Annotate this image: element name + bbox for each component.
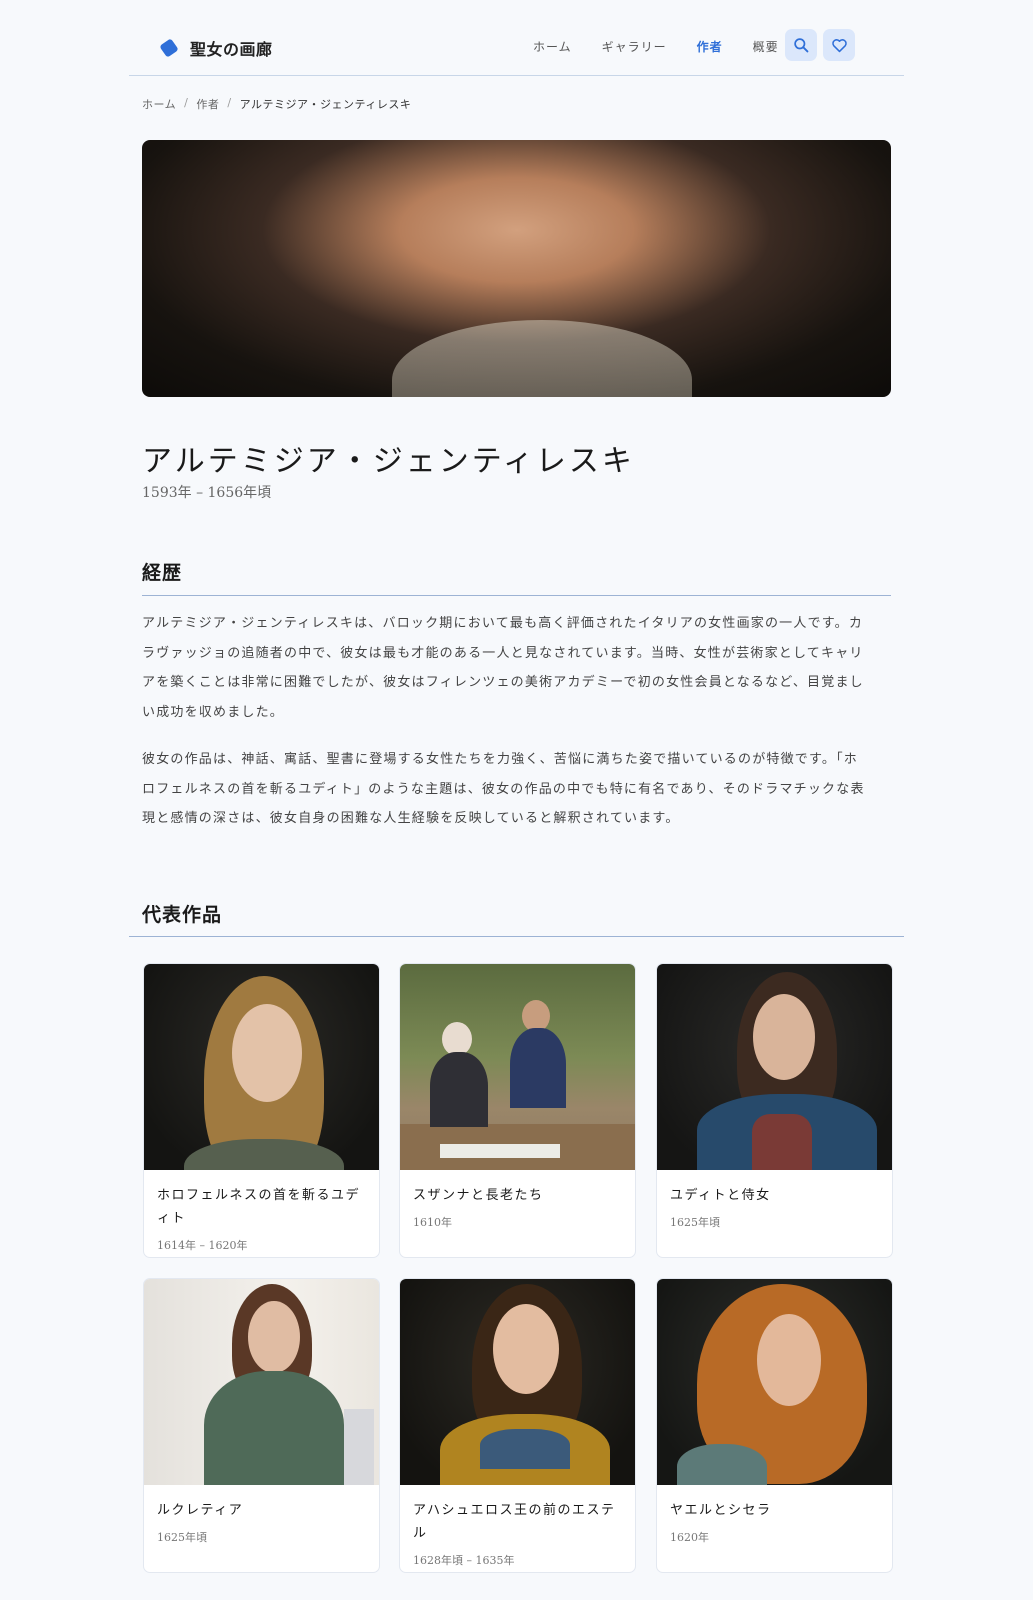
painting-face [757, 1314, 821, 1406]
artwork-thumbnail [400, 1279, 635, 1485]
artwork-thumbnail [657, 964, 892, 1170]
artwork-title-line: ユディトと侍女 [670, 1188, 771, 1203]
nav-artists[interactable]: 作者 [697, 38, 723, 55]
main-nav: ホーム ギャラリー 作者 概要 [533, 38, 809, 55]
painting-face [248, 1301, 300, 1373]
painting-face [442, 1022, 472, 1056]
brand[interactable]: 聖女の画廊 [159, 36, 273, 60]
site-title: 聖女の画廊 [190, 40, 273, 59]
painting-face [493, 1304, 559, 1394]
bio-paragraph-1: アルテミジア・ジェンティレスキは、バロック期において最も高く評価されたイタリアの… [142, 609, 890, 727]
artwork-title-line: ルクレティア [157, 1503, 244, 1518]
artwork-title-line: ィト [157, 1211, 187, 1226]
painting-easel [344, 1409, 374, 1485]
works-heading: 代表作品 [142, 904, 223, 926]
nav-home[interactable]: ホーム [533, 38, 572, 55]
painting-canvas [440, 1144, 560, 1158]
bio-text-line: アルテミジア・ジェンティレスキは、バロック期において最も高く評価されたイタリアの… [142, 616, 864, 631]
artwork-date: 1625年頃 [670, 1216, 720, 1229]
artwork-card[interactable]: アハシュエロス王の前のエステ ル 1628年頃 – 1635年 [399, 1278, 636, 1573]
heart-icon [831, 38, 847, 52]
artist-dates: 1593年 – 1656年頃 [142, 485, 272, 501]
artwork-title: ヤエルとシセラ [670, 1499, 880, 1522]
artwork-title: スザンナと長老たち [413, 1184, 623, 1207]
breadcrumb-separator: / [227, 96, 232, 109]
painting-body [677, 1444, 767, 1485]
artwork-date: 1620年 [670, 1531, 709, 1544]
search-button[interactable] [785, 29, 817, 61]
painting-dress [752, 1114, 812, 1170]
artwork-title: ホロフェルネスの首を斬るユデ ィト [157, 1184, 367, 1230]
artwork-thumbnail [400, 964, 635, 1170]
page: 聖女の画廊 ホーム ギャラリー 作者 概要 ホーム / 作者 / アルテミジア・… [0, 0, 1033, 1600]
artwork-thumbnail [657, 1279, 892, 1485]
bio-paragraph-2: 彼女の作品は、神話、寓話、聖書に登場する女性たちを力強く、苦悩に満ちた姿で描いて… [142, 745, 890, 834]
painting-face [753, 994, 815, 1080]
artwork-date: 1628年頃 – 1635年 [413, 1554, 515, 1567]
bio-divider [142, 595, 891, 596]
bio-text-line: ラヴァッジョの追随者の中で、彼女は最も才能のある一人と見なされています。当時、女… [142, 645, 864, 661]
bio-text-line: 現と感情の深さは、彼女自身の困難な人生経験を反映していると解釈されています。 [142, 811, 680, 826]
brand-logo-icon [159, 38, 179, 58]
artwork-card[interactable]: ユディトと侍女 1625年頃 [656, 963, 893, 1258]
breadcrumb-separator: / [184, 96, 189, 109]
search-icon [793, 37, 808, 52]
artwork-title-line: スザンナと長老たち [413, 1188, 544, 1203]
painting-body [204, 1371, 344, 1485]
artwork-title: ユディトと侍女 [670, 1184, 880, 1207]
artwork-date: 1614年 – 1620年 [157, 1239, 248, 1252]
site-header: 聖女の画廊 ホーム ギャラリー 作者 概要 [129, 24, 904, 76]
breadcrumb: ホーム / 作者 / アルテミジア・ジェンティレスキ [142, 96, 411, 112]
works-divider [129, 936, 904, 937]
hero-shawl-detail [392, 320, 692, 397]
nav-gallery[interactable]: ギャラリー [602, 38, 667, 55]
artwork-title-line: ヤエルとシセラ [670, 1503, 772, 1518]
artwork-thumbnail [144, 964, 379, 1170]
artwork-title: アハシュエロス王の前のエステ ル [413, 1499, 623, 1545]
artist-name: アルテミジア・ジェンティレスキ [142, 444, 635, 479]
painting-body [184, 1139, 344, 1170]
painting-drape [480, 1429, 570, 1469]
painting-body [510, 1028, 566, 1108]
artwork-date: 1625年頃 [157, 1531, 207, 1544]
bio-text-line: アを築くことは非常に困難でしたが、彼女はフィレンツェの美術アカデミーで初の女性会… [142, 675, 864, 690]
artist-hero-image [142, 140, 891, 397]
painting-body [430, 1052, 488, 1127]
breadcrumb-artists[interactable]: 作者 [196, 96, 219, 112]
favorites-button[interactable] [823, 29, 855, 61]
artwork-date: 1610年 [413, 1216, 452, 1229]
artwork-thumbnail [144, 1279, 379, 1485]
bio-text-line: い成功を収めました。 [142, 704, 285, 720]
artwork-card[interactable]: ルクレティア 1625年頃 [143, 1278, 380, 1573]
bio-text-line: ロフェルネスの首を斬るユディト」のような主題は、彼女の作品の中でも特に有名であり… [142, 781, 865, 797]
bio-text-line: 彼女の作品は、神話、寓話、聖書に登場する女性たちを力強く、苦悩に満ちた姿で描いて… [142, 752, 859, 767]
artwork-title: ルクレティア [157, 1499, 367, 1522]
artwork-card[interactable]: ホロフェルネスの首を斬るユデ ィト 1614年 – 1620年 [143, 963, 380, 1258]
bio-heading: 経歴 [142, 562, 183, 584]
breadcrumb-home[interactable]: ホーム [142, 96, 176, 112]
artwork-card[interactable]: スザンナと長老たち 1610年 [399, 963, 636, 1258]
painting-face [232, 1004, 302, 1102]
breadcrumb-current: アルテミジア・ジェンティレスキ [239, 98, 412, 111]
artwork-title-line: ホロフェルネスの首を斬るユデ [157, 1188, 361, 1203]
nav-about[interactable]: 概要 [753, 38, 779, 55]
artwork-title-line: アハシュエロス王の前のエステ [413, 1503, 616, 1518]
artwork-title-line: ル [413, 1526, 428, 1541]
artwork-card[interactable]: ヤエルとシセラ 1620年 [656, 1278, 893, 1573]
